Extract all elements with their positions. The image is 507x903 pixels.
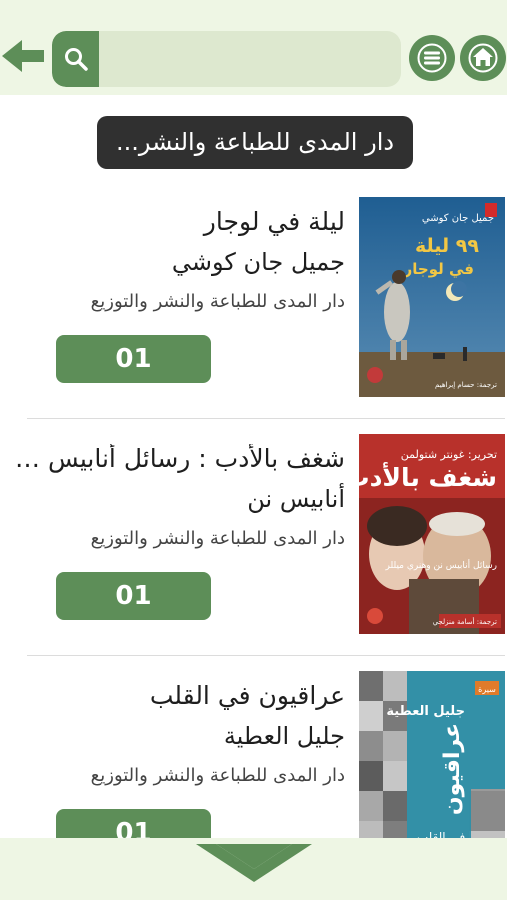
cover-tag: سيرة (478, 685, 496, 694)
cover-subtitle: رسائل أنابيس نن وهنري ميللر (385, 559, 497, 571)
scroll-down-bar[interactable] (0, 838, 507, 900)
book-title: عراقيون في القلب (149, 681, 345, 710)
menu-button[interactable] (409, 35, 455, 81)
book-author: جليل العطية (223, 722, 345, 750)
cover-title-line1: شغف بالأدب (359, 462, 497, 492)
book-title: ليلة في لوجار (203, 207, 345, 236)
search-bar (52, 31, 401, 87)
chevron-down-icon (196, 844, 312, 882)
cover-title-line1: ٩٩ ليلة (415, 235, 479, 257)
cover-translator: ترجمة: أسامة منزلجي (433, 617, 497, 626)
divider (27, 418, 505, 419)
arrow-left-icon (2, 40, 44, 72)
book-publisher: دار المدى للطباعة والنشر والتوزيع (90, 291, 345, 312)
cover-author: جميل جان كوشي (422, 213, 494, 224)
search-icon (65, 48, 88, 71)
cover-title-line1: عراقيون (440, 723, 465, 815)
top-bar (0, 0, 507, 95)
cover-translator: ترجمة: حسام إبراهيم (435, 381, 497, 389)
book-author: جميل جان كوشي (171, 248, 345, 276)
back-button[interactable] (2, 38, 46, 74)
book-cover: جميل جان كوشي ٩٩ ليلة في لوجار ترجمة: حس… (359, 197, 505, 397)
book-author: أنابيس نن (247, 485, 345, 513)
book-publisher: دار المدى للطباعة والنشر والتوزيع (90, 765, 345, 786)
book-cover: تحرير: غونتر شتولمن شغف بالأدب رسائل أنا… (359, 434, 505, 634)
divider (27, 655, 505, 656)
home-icon (468, 43, 498, 73)
hamburger-menu-icon (417, 43, 447, 73)
search-button[interactable] (52, 31, 99, 87)
book-list-item[interactable]: تحرير: غونتر شتولمن شغف بالأدب رسائل أنا… (0, 434, 507, 666)
book-publisher: دار المدى للطباعة والنشر والتوزيع (90, 528, 345, 549)
book-list-item[interactable]: جميل جان كوشي ٩٩ ليلة في لوجار ترجمة: حس… (0, 197, 507, 429)
cover-author: جليل العطية (386, 704, 465, 719)
book-title: شغف بالأدب : رسائل أنابيس ن... (5, 444, 345, 473)
cover-title-line2: في لوجار (403, 260, 474, 278)
publisher-badge: دار المدى للطباعة والنشر... (97, 116, 413, 169)
home-button[interactable] (460, 35, 506, 81)
cover-editor: تحرير: غونتر شتولمن (401, 448, 497, 461)
price-button[interactable]: 01 (56, 572, 211, 620)
price-button[interactable]: 01 (56, 335, 211, 383)
search-input[interactable] (104, 31, 398, 87)
